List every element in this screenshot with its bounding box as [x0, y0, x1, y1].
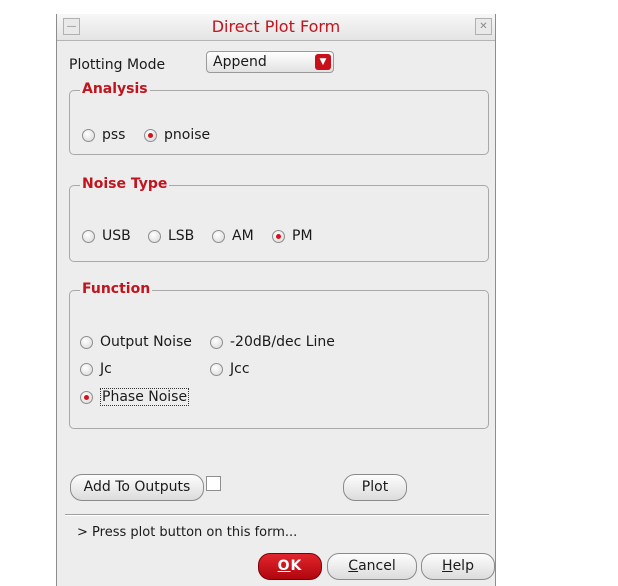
radio-function-output-noise[interactable]: Output Noise	[80, 334, 192, 350]
analysis-group: Analysis pss pnoise	[69, 81, 489, 155]
cancel-button[interactable]: Cancel	[327, 553, 417, 580]
radio-label: pss	[102, 127, 126, 143]
function-group-title: Function	[80, 281, 153, 297]
radio-noise-lsb[interactable]: LSB	[148, 228, 194, 244]
ok-accelerator: O	[277, 558, 291, 574]
title-bar: — Direct Plot Form ✕	[57, 14, 495, 41]
radio-button-selected-icon[interactable]	[80, 390, 93, 404]
close-icon[interactable]: ✕	[475, 18, 492, 35]
radio-label: AM	[232, 228, 254, 244]
radio-label: Phase Noise	[100, 388, 190, 406]
radio-button-selected-icon[interactable]	[144, 128, 157, 142]
plotting-mode-label: Plotting Mode	[69, 57, 166, 73]
plotting-mode-value: Append	[213, 54, 267, 70]
cancel-label: ancel	[358, 558, 396, 574]
radio-label: USB	[102, 228, 131, 244]
radio-function-phase-noise[interactable]: Phase Noise	[80, 388, 190, 406]
radio-label: -20dB/dec Line	[230, 334, 335, 350]
radio-button-icon[interactable]	[148, 229, 161, 243]
help-accelerator: H	[442, 558, 453, 574]
radio-noise-usb[interactable]: USB	[82, 228, 131, 244]
radio-button-icon[interactable]	[82, 128, 95, 142]
window-title: Direct Plot Form	[211, 17, 341, 36]
analysis-group-title: Analysis	[80, 81, 150, 97]
help-button[interactable]: Help	[421, 553, 495, 580]
ok-label: K	[290, 558, 303, 574]
radio-analysis-pss[interactable]: pss	[82, 127, 125, 143]
radio-function-jc[interactable]: Jc	[80, 361, 112, 377]
radio-label: PM	[292, 228, 313, 244]
radio-button-icon[interactable]	[80, 335, 93, 349]
add-to-outputs-button[interactable]: Add To Outputs	[70, 474, 204, 501]
ok-button[interactable]: OK	[258, 553, 322, 580]
function-group: Function Output Noise -20dB/dec Line Jc …	[69, 281, 489, 429]
separator	[65, 514, 489, 516]
radio-button-icon[interactable]	[210, 362, 223, 376]
noise-type-group: Noise Type USB LSB AM PM	[69, 176, 489, 262]
radio-button-icon[interactable]	[82, 229, 95, 243]
radio-function-20db-line[interactable]: -20dB/dec Line	[210, 334, 335, 350]
noise-type-group-title: Noise Type	[80, 176, 170, 192]
radio-label: Jc	[100, 361, 112, 377]
plot-button[interactable]: Plot	[343, 474, 407, 501]
plotting-mode-select[interactable]: Append ▼	[206, 51, 334, 73]
radio-label: Jcc	[230, 361, 250, 377]
radio-button-icon[interactable]	[80, 362, 93, 376]
radio-analysis-pnoise[interactable]: pnoise	[144, 127, 210, 143]
radio-button-icon[interactable]	[212, 229, 225, 243]
help-label: elp	[452, 558, 474, 574]
radio-noise-pm[interactable]: PM	[272, 228, 313, 244]
radio-button-icon[interactable]	[210, 335, 223, 349]
radio-noise-am[interactable]: AM	[212, 228, 254, 244]
radio-function-jcc[interactable]: Jcc	[210, 361, 250, 377]
radio-label: Output Noise	[100, 334, 192, 350]
chevron-down-icon[interactable]: ▼	[315, 54, 331, 70]
status-message: > Press plot button on this form...	[77, 525, 298, 540]
radio-button-selected-icon[interactable]	[272, 229, 285, 243]
radio-label: LSB	[168, 228, 195, 244]
cancel-accelerator: C	[348, 558, 359, 574]
add-to-outputs-checkbox[interactable]	[206, 476, 221, 491]
direct-plot-form-window: — Direct Plot Form ✕ Plotting Mode Appen…	[56, 14, 496, 586]
radio-label: pnoise	[164, 127, 211, 143]
